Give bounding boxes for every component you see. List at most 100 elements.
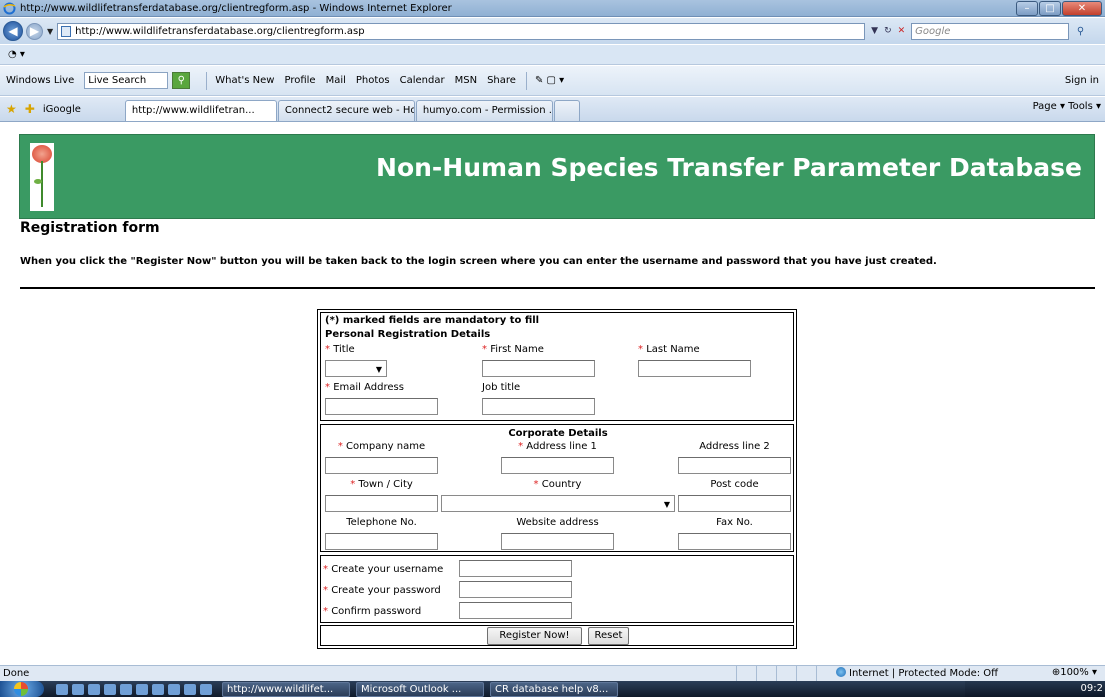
window-title-bar: http://www.wildlifetransferdatabase.org/…: [0, 0, 1105, 17]
search-icon[interactable]: ⚲: [1077, 24, 1084, 39]
quick-launch-icon[interactable]: [200, 683, 212, 695]
command-bar[interactable]: Page ▾ Tools ▾: [1033, 101, 1101, 112]
windows-live-link[interactable]: Windows Live: [6, 75, 74, 86]
address-bar: ◀ ▶ ▼ http://www.wildlifetransferdatabas…: [0, 18, 1105, 44]
password-label: * Create your password: [323, 585, 441, 596]
start-button[interactable]: [0, 681, 44, 697]
email-field[interactable]: [325, 398, 438, 415]
fax-label: Fax No.: [716, 517, 753, 528]
personal-details-section: (*) marked fields are mandatory to fill …: [320, 312, 794, 421]
globe-icon: [836, 667, 846, 677]
post-code-label: Post code: [710, 479, 759, 490]
divider: [20, 287, 1095, 289]
toolbar-link-profile[interactable]: Profile: [284, 75, 315, 86]
registration-form: (*) marked fields are mandatory to fill …: [317, 309, 797, 649]
username-field[interactable]: [459, 560, 572, 577]
quick-launch-icon[interactable]: [136, 683, 148, 695]
minimize-button[interactable]: –: [1016, 1, 1038, 16]
toolbar-separator: [525, 71, 527, 90]
forward-button[interactable]: ▶: [26, 22, 43, 40]
search-input[interactable]: Google ⚲: [911, 22, 1084, 40]
address-line-2-field[interactable]: [678, 457, 791, 474]
quick-launch-icon[interactable]: [152, 683, 164, 695]
quick-launch-icon[interactable]: [72, 683, 84, 695]
history-dropdown-icon[interactable]: ▼: [47, 27, 53, 36]
live-search-go-button[interactable]: ⚲: [172, 72, 191, 89]
quick-launch-icon[interactable]: [184, 683, 196, 695]
window-title: http://www.wildlifetransferdatabase.org/…: [20, 2, 452, 14]
last-name-label: * Last Name: [638, 344, 700, 355]
toolbar-link-share[interactable]: Share: [487, 75, 516, 86]
add-favorites-icon[interactable]: ✚: [25, 102, 35, 116]
url-text: http://www.wildlifetransferdatabase.org/…: [75, 25, 365, 37]
town-city-field[interactable]: [325, 495, 438, 512]
password-field[interactable]: [459, 581, 572, 598]
taskbar-item-outlook[interactable]: Microsoft Outlook ...: [356, 681, 484, 697]
first-name-field[interactable]: [482, 360, 595, 377]
back-button[interactable]: ◀: [3, 21, 23, 41]
website-label: Website address: [516, 517, 599, 528]
page-menu-icon[interactable]: ◔ ▾: [8, 49, 25, 60]
refresh-icon[interactable]: ↻: [884, 26, 892, 36]
telephone-label: Telephone No.: [346, 517, 417, 528]
job-title-field[interactable]: [482, 398, 595, 415]
sign-in-link[interactable]: Sign in: [1065, 75, 1099, 86]
url-dropdown-icon[interactable]: ▼: [871, 26, 878, 36]
url-input[interactable]: http://www.wildlifetransferdatabase.org/…: [57, 22, 866, 40]
first-name-label: * First Name: [482, 344, 544, 355]
chevron-down-icon: ▼: [375, 365, 382, 374]
banner-title: Non-Human Species Transfer Parameter Dat…: [376, 153, 1082, 182]
form-buttons-section: Register Now! Reset: [320, 625, 794, 646]
stop-icon[interactable]: ✕: [898, 26, 906, 36]
tab-connect2[interactable]: Connect2 secure web - Ho...: [277, 100, 415, 121]
toolbar-link-mail[interactable]: Mail: [326, 75, 346, 86]
toolbar-link-msn[interactable]: MSN: [455, 75, 477, 86]
page-title: Registration form: [20, 220, 160, 236]
toolbar-link-photos[interactable]: Photos: [356, 75, 390, 86]
taskbar-item-cr-database[interactable]: CR database help v8...: [490, 681, 618, 697]
toolbar-link-whats-new[interactable]: What's New: [215, 75, 274, 86]
favorites-star-icon[interactable]: ★: [6, 102, 17, 116]
zoom-level[interactable]: ⊕100% ▾: [1052, 667, 1097, 678]
last-name-field[interactable]: [638, 360, 751, 377]
tab-wildlife[interactable]: http://www.wildlifetran...: [124, 100, 277, 121]
windows-logo-icon: [14, 682, 28, 696]
telephone-field[interactable]: [325, 533, 438, 550]
corporate-details-section: Corporate Details * Company name * Addre…: [320, 424, 794, 552]
new-tab-button[interactable]: [553, 100, 580, 121]
website-field[interactable]: [501, 533, 614, 550]
quick-launch-icon[interactable]: [88, 683, 100, 695]
maximize-button[interactable]: □: [1039, 1, 1061, 16]
live-search-input[interactable]: Live Search: [84, 72, 169, 89]
quick-launch-icon[interactable]: [168, 683, 180, 695]
company-name-field[interactable]: [325, 457, 438, 474]
quick-launch-icon[interactable]: [56, 683, 68, 695]
toolbar-extra-icons[interactable]: ✎ ▢ ▾: [535, 75, 564, 86]
country-select[interactable]: ▼: [441, 495, 675, 512]
status-text: Done: [3, 668, 30, 679]
reset-button[interactable]: Reset: [588, 627, 629, 645]
confirm-password-field[interactable]: [459, 602, 572, 619]
tab-humyo[interactable]: humyo.com - Permission ...: [415, 100, 553, 121]
quick-launch-icon[interactable]: [104, 683, 116, 695]
internet-explorer-icon: [3, 2, 16, 14]
fax-field[interactable]: [678, 533, 791, 550]
country-label: * Country: [533, 479, 582, 490]
favorite-igoogle[interactable]: iGoogle: [43, 104, 81, 115]
close-button[interactable]: ✕: [1062, 1, 1102, 16]
taskbar-item-ie[interactable]: http://www.wildlifet...: [222, 681, 350, 697]
username-label: * Create your username: [323, 564, 444, 575]
toolbar-link-calendar[interactable]: Calendar: [400, 75, 445, 86]
title-select[interactable]: ▼: [325, 360, 387, 377]
quick-launch-icon[interactable]: [120, 683, 132, 695]
personal-section-title: Personal Registration Details: [325, 329, 491, 340]
register-now-button[interactable]: Register Now!: [487, 627, 582, 645]
clock[interactable]: 09:2: [1081, 683, 1103, 694]
post-code-field[interactable]: [678, 495, 791, 512]
mandatory-note: (*) marked fields are mandatory to fill: [325, 315, 540, 326]
address-line-1-field[interactable]: [501, 457, 614, 474]
email-label: * Email Address: [325, 382, 404, 393]
instructions-text: When you click the "Register Now" button…: [20, 256, 937, 267]
security-zone[interactable]: Internet | Protected Mode: Off: [836, 667, 998, 679]
job-title-label: Job title: [482, 382, 521, 393]
